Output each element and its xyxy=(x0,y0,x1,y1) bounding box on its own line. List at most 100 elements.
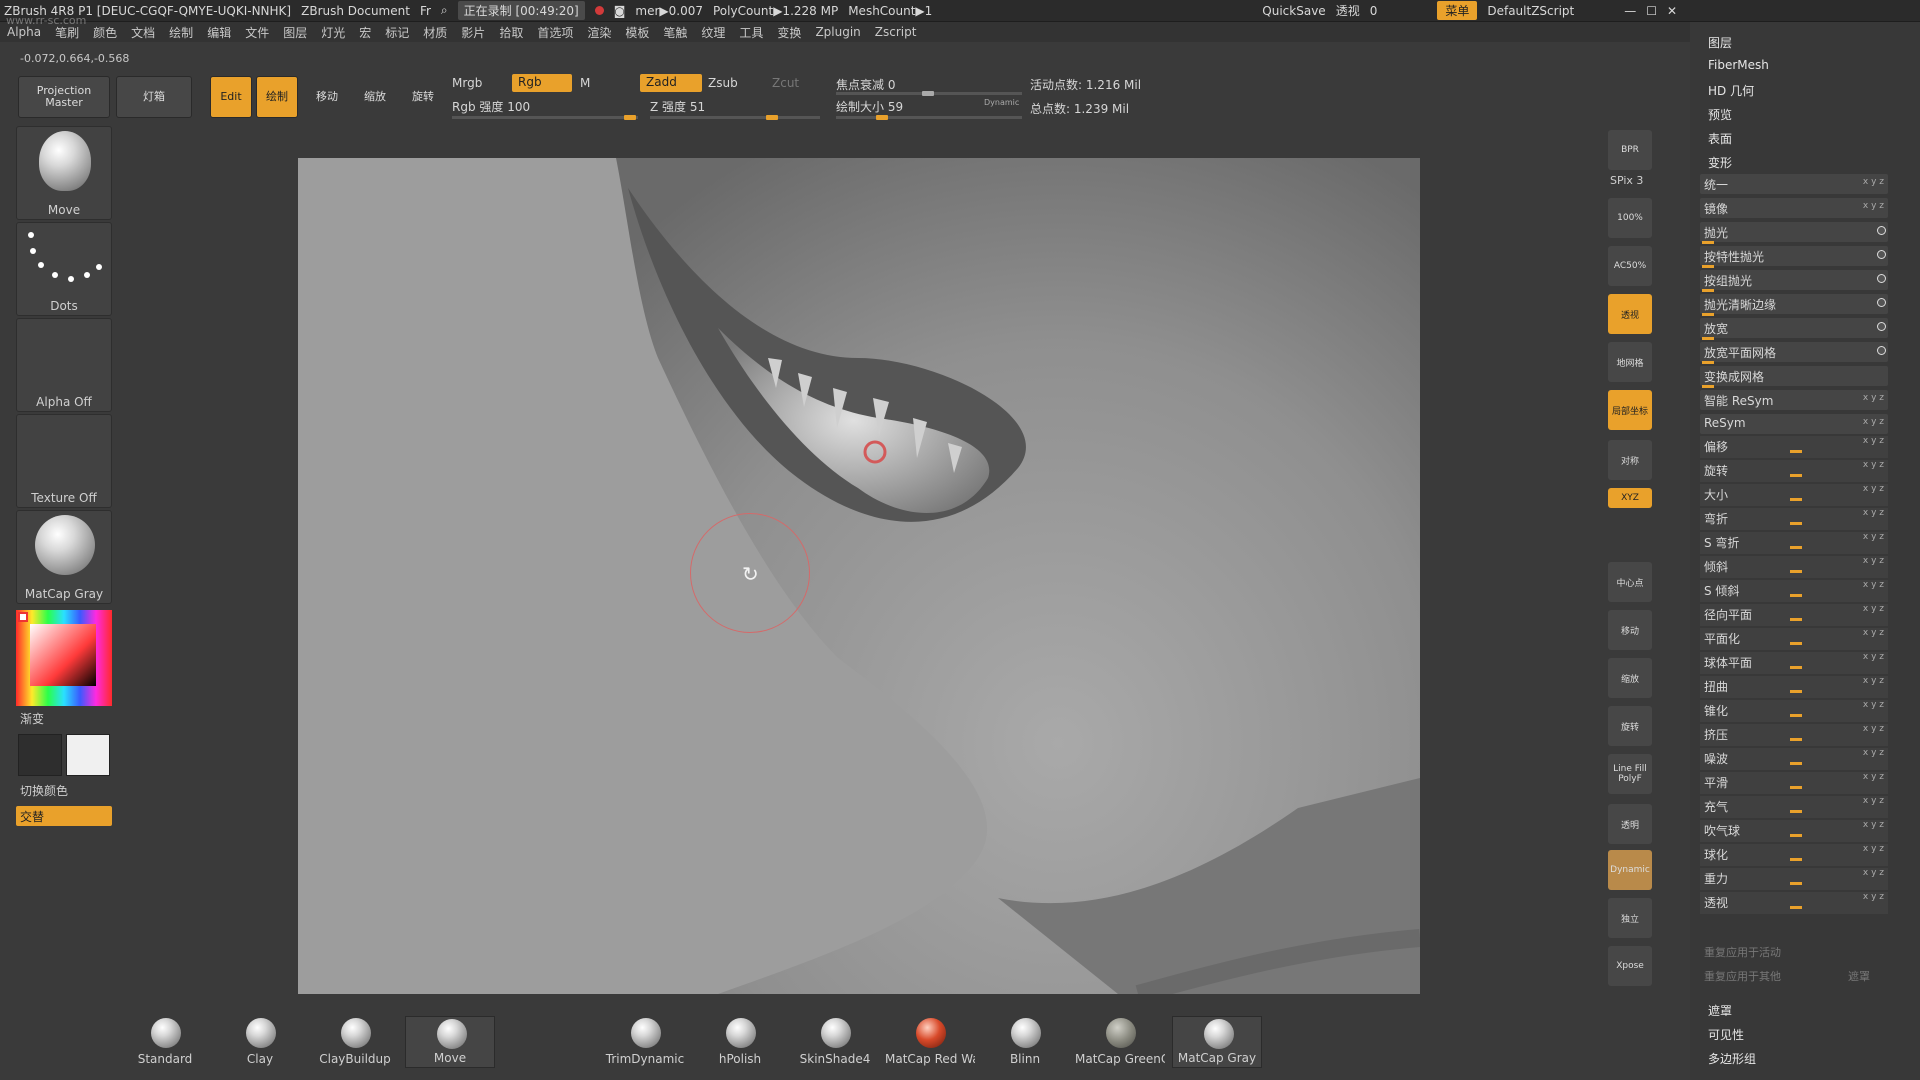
polish-slider[interactable]: 抛光 xyxy=(1700,222,1888,244)
zcut-toggle[interactable]: Zcut xyxy=(772,76,799,90)
material-redwax-button[interactable]: MatCap Red Wax xyxy=(885,1016,975,1068)
unify-button[interactable]: 统一 x y z xyxy=(1700,174,1888,194)
camera-icon[interactable]: ◙ xyxy=(614,4,626,18)
deform-slider-sskew[interactable]: S 倾斜 x y z xyxy=(1700,580,1888,602)
mask-button[interactable]: 遮罩 xyxy=(1848,968,1870,984)
scale-mode-button[interactable]: 缩放 xyxy=(354,76,396,118)
menu-item[interactable]: 编辑 xyxy=(207,24,231,41)
convert-to-mesh-slider[interactable]: 变换成网格 xyxy=(1700,366,1888,388)
bpr-button[interactable]: BPR xyxy=(1608,130,1652,170)
mirror-button[interactable]: 镜像 x y z xyxy=(1700,198,1888,218)
stroke-selector[interactable]: Dots xyxy=(16,222,112,316)
ac50-button[interactable]: AC50% xyxy=(1608,246,1652,286)
axis-toggle[interactable]: x y z xyxy=(1863,652,1884,662)
brush-clay-button[interactable]: Clay xyxy=(215,1016,305,1068)
menu-item[interactable]: 工具 xyxy=(739,24,763,41)
brush-hpolish-button[interactable]: hPolish xyxy=(695,1016,785,1068)
axis-toggle[interactable]: x y z xyxy=(1863,393,1884,403)
lightbox-button[interactable]: 灯箱 xyxy=(116,76,192,118)
deform-slider-flatten[interactable]: 平面化 x y z xyxy=(1700,628,1888,650)
menu-item[interactable]: 绘制 xyxy=(169,24,193,41)
z-intensity-knob[interactable] xyxy=(766,115,778,120)
axis-toggle[interactable]: x y z xyxy=(1863,604,1884,614)
axis-toggle[interactable]: x y z xyxy=(1863,844,1884,854)
menu-item[interactable]: 拾取 xyxy=(499,24,523,41)
deform-slider-bend[interactable]: 弯折 x y z xyxy=(1700,508,1888,530)
material-greenclay-button[interactable]: MatCap GreenClay xyxy=(1075,1016,1165,1068)
pivot-center-button[interactable]: 中心点 xyxy=(1608,562,1652,602)
color-picker[interactable] xyxy=(16,610,112,706)
line-fill-button[interactable]: Line Fill PolyF xyxy=(1608,754,1652,794)
material-selector[interactable]: MatCap Gray xyxy=(16,510,112,604)
spix-label[interactable]: SPix 3 xyxy=(1610,174,1643,187)
perspective-value[interactable]: 0 xyxy=(1370,4,1378,18)
rotate-view-button[interactable]: 旋转 xyxy=(1608,706,1652,746)
zsub-toggle[interactable]: Zsub xyxy=(708,76,738,90)
axis-toggle[interactable]: x y z xyxy=(1863,796,1884,806)
menu-item[interactable]: 图层 xyxy=(283,24,307,41)
deform-slider-perspective[interactable]: 透视 x y z xyxy=(1700,892,1888,914)
move-view-button[interactable]: 移动 xyxy=(1608,610,1652,650)
menu-item[interactable]: Zscript xyxy=(875,25,917,39)
rotate-mode-button[interactable]: 旋转 xyxy=(402,76,444,118)
z-intensity-slider[interactable] xyxy=(650,116,820,119)
brush-claybuildup-button[interactable]: ClayBuildup xyxy=(310,1016,400,1068)
deform-slider-inflate-balloon[interactable]: 吹气球 x y z xyxy=(1700,820,1888,842)
relax-plane-grid-radio-icon[interactable] xyxy=(1877,346,1886,355)
texture-selector[interactable]: Texture Off xyxy=(16,414,112,508)
polygroups-header[interactable]: 多边形组 xyxy=(1708,1050,1756,1067)
masking-header[interactable]: 遮罩 xyxy=(1708,1002,1732,1019)
menu-item[interactable]: 文档 xyxy=(131,24,155,41)
menu-item[interactable]: Alpha xyxy=(7,25,41,39)
menu-item[interactable]: 标记 xyxy=(385,24,409,41)
axis-toggle[interactable]: x y z xyxy=(1863,460,1884,470)
close-icon[interactable]: ✕ xyxy=(1667,4,1677,18)
hd-geometry-header[interactable]: HD 几何 xyxy=(1708,82,1754,99)
brush-selector[interactable]: Move xyxy=(16,126,112,220)
symmetry-button[interactable]: 对称 xyxy=(1608,440,1652,480)
polish-by-groups-slider[interactable]: 按组抛光 xyxy=(1700,270,1888,292)
menu-item[interactable]: 首选项 xyxy=(537,24,573,41)
axis-toggle[interactable]: x y z xyxy=(1863,532,1884,542)
record-stop-icon[interactable] xyxy=(594,6,604,15)
axis-toggle[interactable]: x y z xyxy=(1863,748,1884,758)
axis-toggle[interactable]: x y z xyxy=(1863,580,1884,590)
deform-slider-squeeze[interactable]: 挤压 x y z xyxy=(1700,724,1888,746)
dynamic-persp-button[interactable]: Dynamic xyxy=(1608,850,1652,890)
axis-toggle[interactable]: x y z xyxy=(1863,724,1884,734)
zoom-view-button[interactable]: 缩放 xyxy=(1608,658,1652,698)
axis-toggle[interactable]: x y z xyxy=(1863,201,1884,211)
xpose-button[interactable]: Xpose xyxy=(1608,946,1652,986)
zoom100-button[interactable]: 100% xyxy=(1608,198,1652,238)
deform-slider-sbend[interactable]: S 弯折 x y z xyxy=(1700,532,1888,554)
axis-toggle[interactable]: x y z xyxy=(1863,868,1884,878)
deform-slider-taper[interactable]: 锥化 x y z xyxy=(1700,700,1888,722)
menu-item[interactable]: 变换 xyxy=(777,24,801,41)
transparency-button[interactable]: 透明 xyxy=(1608,804,1652,844)
surface-header[interactable]: 表面 xyxy=(1708,130,1732,147)
visibility-header[interactable]: 可见性 xyxy=(1708,1026,1744,1043)
axis-toggle[interactable]: x y z xyxy=(1863,892,1884,902)
maximize-icon[interactable]: ☐ xyxy=(1646,4,1657,18)
polish-crisp-edges-radio-icon[interactable] xyxy=(1877,298,1886,307)
deform-slider-noise[interactable]: 噪波 x y z xyxy=(1700,748,1888,770)
solo-button[interactable]: 独立 xyxy=(1608,898,1652,938)
axis-toggle[interactable]: x y z xyxy=(1863,628,1884,638)
deform-slider-twist[interactable]: 扭曲 x y z xyxy=(1700,676,1888,698)
polish-by-groups-radio-icon[interactable] xyxy=(1877,274,1886,283)
axis-toggle[interactable]: x y z xyxy=(1863,556,1884,566)
axis-toggle[interactable]: x y z xyxy=(1863,436,1884,446)
projection-master-button[interactable]: Projection Master xyxy=(18,76,110,118)
material-blinn-button[interactable]: Blinn xyxy=(980,1016,1070,1068)
smart-resym-button[interactable]: 智能 ReSym x y z xyxy=(1700,390,1888,410)
polish-radio-icon[interactable] xyxy=(1877,226,1886,235)
mrgb-toggle[interactable]: Mrgb xyxy=(452,76,482,90)
menu-item[interactable]: 纹理 xyxy=(701,24,725,41)
draw-size-slider[interactable] xyxy=(836,116,1022,119)
rgb-toggle[interactable]: Rgb xyxy=(512,74,572,92)
relax-slider[interactable]: 放宽 xyxy=(1700,318,1888,340)
rgb-intensity-knob[interactable] xyxy=(624,115,636,120)
material-skinshade4-button[interactable]: SkinShade4 xyxy=(790,1016,880,1068)
deform-slider-skew[interactable]: 倾斜 x y z xyxy=(1700,556,1888,578)
preview-header[interactable]: 预览 xyxy=(1708,106,1732,123)
